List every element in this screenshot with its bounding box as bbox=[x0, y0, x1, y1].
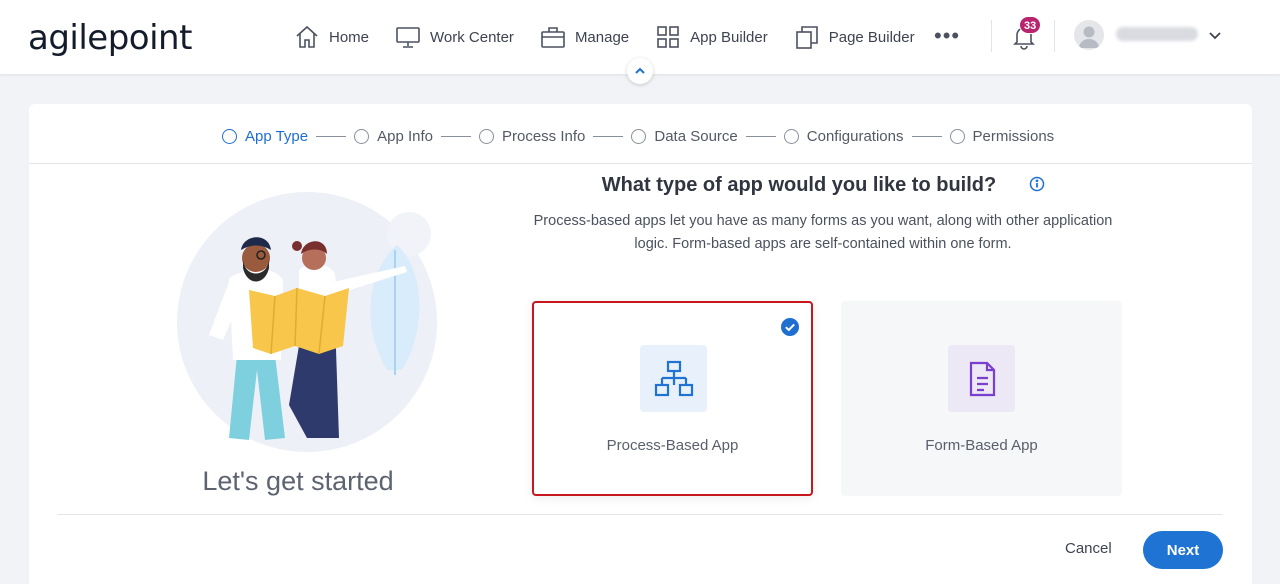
nav-item-label: Work Center bbox=[430, 28, 514, 46]
info-icon[interactable] bbox=[1029, 176, 1045, 192]
app-type-description: Process-based apps let you have as many … bbox=[533, 213, 1113, 252]
pages-icon bbox=[795, 26, 818, 49]
next-button[interactable]: Next bbox=[1143, 531, 1223, 569]
create-app-wizard: App Type App Info Process Info Data Sour… bbox=[29, 104, 1252, 584]
step-permissions[interactable]: Permissions bbox=[949, 127, 1055, 145]
nav-item-home[interactable]: Home bbox=[294, 22, 369, 52]
step-indicator bbox=[479, 128, 494, 144]
briefcase-icon bbox=[541, 27, 565, 48]
page-title: What type of app would you like to build… bbox=[601, 174, 997, 196]
nav-item-label: Manage bbox=[574, 28, 630, 46]
step-connector bbox=[441, 135, 471, 137]
option-label: Process-Based App bbox=[606, 437, 739, 454]
agilepoint-logo[interactable]: agilepoint bbox=[28, 18, 192, 58]
username-blurred[interactable] bbox=[1116, 27, 1198, 41]
form-based-app-option[interactable]: Form-Based App bbox=[841, 301, 1122, 496]
step-process-info[interactable]: Process Info bbox=[479, 128, 585, 145]
step-configurations[interactable]: Configurations bbox=[783, 127, 904, 145]
footer-divider bbox=[57, 514, 1223, 515]
step-indicator bbox=[354, 128, 370, 144]
main-nav: Home Work Center Manage App Builder Page… bbox=[294, 22, 941, 52]
step-label: App Type bbox=[245, 127, 309, 145]
nav-item-label: Page Builder bbox=[828, 28, 915, 46]
selected-check-icon bbox=[781, 318, 799, 336]
cancel-button[interactable]: Cancel bbox=[1065, 540, 1112, 557]
nav-item-app-builder[interactable]: App Builder bbox=[655, 22, 768, 52]
option-label: Form-Based App bbox=[925, 437, 1038, 454]
step-indicator bbox=[949, 128, 965, 144]
form-document-icon bbox=[969, 361, 995, 396]
step-indicator bbox=[631, 128, 647, 144]
step-label: App Info bbox=[377, 127, 433, 145]
step-connector bbox=[745, 135, 776, 137]
nav-item-manage[interactable]: Manage bbox=[540, 22, 629, 52]
step-connector bbox=[316, 135, 347, 137]
step-label: Process Info bbox=[502, 127, 586, 145]
intro-caption: Let's get started bbox=[202, 466, 394, 496]
process-flow-icon-tile bbox=[640, 345, 707, 412]
nav-item-page-builder[interactable]: Page Builder bbox=[794, 22, 915, 52]
chevron-up-icon bbox=[635, 67, 645, 74]
nav-divider bbox=[1054, 20, 1055, 52]
nav-item-work-center[interactable]: Work Center bbox=[395, 22, 514, 52]
step-connector bbox=[593, 135, 624, 137]
user-avatar-icon bbox=[1079, 26, 1099, 48]
home-icon bbox=[296, 25, 318, 48]
step-indicator bbox=[222, 128, 237, 144]
avatar[interactable] bbox=[1074, 20, 1104, 50]
grid-icon bbox=[657, 26, 679, 48]
step-app-info[interactable]: App Info bbox=[354, 128, 433, 145]
collapse-header-button[interactable] bbox=[627, 58, 653, 84]
step-label: Configurations bbox=[806, 127, 904, 145]
process-based-app-option[interactable]: Process-Based App bbox=[532, 301, 813, 496]
wizard-stepper: App Type App Info Process Info Data Sour… bbox=[29, 104, 1252, 164]
nav-item-label: Home bbox=[329, 28, 370, 46]
nav-item-label: App Builder bbox=[690, 28, 768, 46]
process-flow-icon bbox=[654, 360, 693, 396]
people-with-map-illustration bbox=[177, 192, 437, 452]
step-data-source[interactable]: Data Source bbox=[631, 127, 738, 145]
step-app-type[interactable]: App Type bbox=[222, 128, 308, 145]
step-label: Data Source bbox=[654, 127, 738, 145]
nav-divider bbox=[991, 20, 992, 52]
form-document-icon-tile bbox=[948, 345, 1015, 412]
more-menu-icon[interactable]: ••• bbox=[934, 25, 960, 47]
step-indicator bbox=[783, 128, 799, 144]
monitor-icon bbox=[396, 27, 420, 48]
step-label: Permissions bbox=[972, 127, 1055, 145]
step-connector bbox=[911, 135, 942, 137]
notification-count-badge: 33 bbox=[1019, 16, 1042, 34]
chevron-down-icon[interactable] bbox=[1206, 26, 1224, 44]
